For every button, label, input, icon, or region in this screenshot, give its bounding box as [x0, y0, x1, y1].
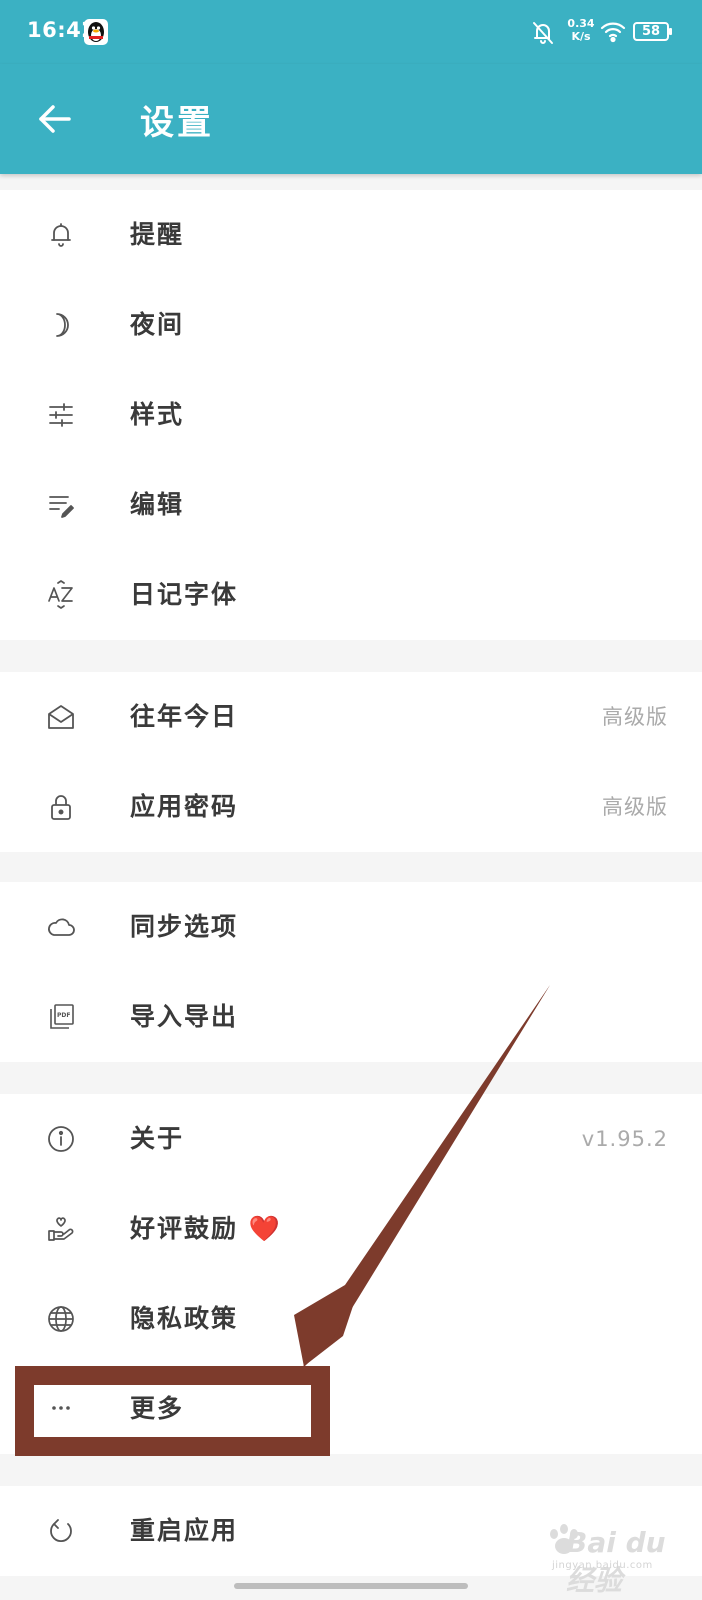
sliders-icon: [46, 400, 76, 430]
setting-label: 样式: [130, 400, 185, 429]
cloud-icon: [46, 912, 76, 942]
back-button[interactable]: [30, 94, 80, 144]
envelope-open-icon: [46, 702, 76, 732]
watermark-url: jingyan.baidu.com: [552, 1560, 653, 1571]
network-speed-value: 0.34: [567, 17, 595, 30]
settings-group-premium: 往年今日 高级版 应用密码 高级版: [0, 672, 702, 852]
info-icon: [46, 1124, 76, 1154]
setting-label: 往年今日: [130, 702, 239, 731]
setting-app-password[interactable]: 应用密码 高级版: [0, 762, 702, 852]
font-az-icon: [46, 580, 76, 610]
setting-about[interactable]: 关于 v1.95.2: [0, 1094, 702, 1184]
setting-style[interactable]: 样式: [0, 370, 702, 460]
setting-edit[interactable]: 编辑: [0, 460, 702, 550]
setting-label: 日记字体: [130, 580, 239, 609]
setting-sync-options[interactable]: 同步选项: [0, 882, 702, 972]
settings-group-data: 同步选项 PDF 导入导出: [0, 882, 702, 1062]
version-text: v1.95.2: [581, 1127, 668, 1151]
premium-badge: 高级版: [602, 795, 668, 819]
bell-off-icon: [530, 20, 556, 46]
moon-icon: [46, 310, 76, 340]
setting-label: 编辑: [130, 490, 185, 519]
setting-label: 同步选项: [130, 912, 239, 941]
home-indicator[interactable]: [234, 1583, 468, 1589]
back-arrow-icon: [39, 105, 71, 133]
hand-heart-icon: [46, 1214, 76, 1244]
lock-icon: [46, 792, 76, 822]
edit-lines-icon: [46, 490, 76, 520]
globe-icon: [46, 1304, 76, 1334]
battery-indicator: 58: [633, 22, 672, 41]
app-bar: 设置: [0, 64, 702, 174]
setting-label: 重启应用: [130, 1516, 239, 1545]
setting-rate-app[interactable]: 好评鼓励 ❤️: [0, 1184, 702, 1274]
setting-label: 导入导出: [130, 1002, 239, 1031]
annotation-highlight-box: [15, 1366, 330, 1456]
network-speed: 0.34 K/s: [566, 17, 596, 43]
status-bar: 16:42 0.34 K/s 58: [0, 0, 702, 64]
qq-penguin-icon: [84, 19, 108, 45]
setting-diary-font[interactable]: 日记字体: [0, 550, 702, 640]
restart-icon: [46, 1516, 76, 1546]
setting-label: 提醒: [130, 220, 185, 249]
settings-group-general: 提醒 夜间 样式 编辑 日记字体: [0, 190, 702, 640]
setting-label: 关于: [130, 1124, 185, 1153]
pdf-file-icon: PDF: [46, 1002, 76, 1032]
setting-import-export[interactable]: PDF 导入导出: [0, 972, 702, 1062]
bell-icon: [46, 220, 76, 250]
baidu-watermark: Bai du 经验 jingyan.baidu.com: [538, 1522, 688, 1597]
setting-label: 应用密码: [130, 792, 239, 821]
setting-label: 隐私政策: [130, 1304, 239, 1333]
premium-badge: 高级版: [602, 705, 668, 729]
network-speed-unit: K/s: [571, 30, 591, 43]
setting-night-mode[interactable]: 夜间: [0, 280, 702, 370]
setting-label: 夜间: [130, 310, 185, 339]
svg-text:PDF: PDF: [57, 1012, 70, 1019]
setting-on-this-day[interactable]: 往年今日 高级版: [0, 672, 702, 762]
setting-privacy-policy[interactable]: 隐私政策: [0, 1274, 702, 1364]
wifi-icon: [599, 19, 627, 43]
setting-label: 好评鼓励 ❤️: [130, 1214, 282, 1243]
page-title: 设置: [140, 103, 214, 143]
setting-reminder[interactable]: 提醒: [0, 190, 702, 280]
